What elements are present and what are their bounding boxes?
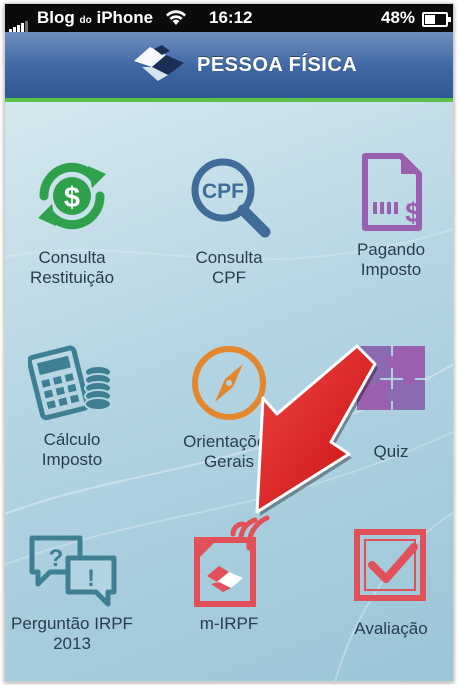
- question-exclamation-bubbles-icon: ? !: [29, 535, 117, 607]
- tile-label: CPF: [212, 268, 246, 287]
- battery-percent: 48%: [381, 8, 416, 27]
- status-time: 16:12: [209, 8, 253, 27]
- cpf-magnifier-icon: CPF: [191, 158, 271, 238]
- tile-avaliacao[interactable]: Avaliação: [316, 527, 453, 639]
- tile-m-irpf[interactable]: m-IRPF: [154, 512, 304, 634]
- battery-icon: [422, 12, 451, 27]
- svg-text:$: $: [405, 197, 421, 228]
- signal-icon: [9, 13, 29, 33]
- status-bar: Blog do iPhone 16:12 48%: [5, 4, 453, 33]
- mobile-irpf-icon: [194, 515, 270, 607]
- svg-text:CPF: CPF: [202, 180, 244, 203]
- tile-label: Consulta: [38, 248, 106, 267]
- svg-text:!: !: [87, 565, 95, 592]
- wifi-icon: [166, 10, 186, 25]
- tile-label: Perguntão IRPF: [11, 614, 133, 633]
- carrier-name: Blog do iPhone: [37, 8, 154, 27]
- svg-text:$: $: [64, 182, 80, 214]
- tile-label: Quiz: [373, 442, 409, 461]
- tile-label: m-IRPF: [199, 614, 259, 633]
- checkbox-check-icon: [354, 529, 426, 601]
- tile-label: Consulta: [195, 248, 263, 267]
- phone-screen: Blog do iPhone 16:12 48% PESSOA FÍSICA $…: [4, 3, 454, 682]
- menu-grid: $ Consulta Restituição CPF Consulta CPF $: [5, 102, 453, 681]
- tile-label: Avaliação: [354, 619, 428, 638]
- tile-label: Pagando: [356, 240, 426, 259]
- tile-label: Restituição: [29, 268, 115, 287]
- payment-document-icon: $: [362, 153, 422, 231]
- calculator-coins-icon: [28, 345, 112, 421]
- tile-label: 2013: [53, 634, 91, 653]
- refund-dollar-icon: $: [38, 162, 106, 230]
- tile-consulta-restituicao[interactable]: $ Consulta Restituição: [5, 152, 147, 288]
- compass-icon: [192, 346, 266, 420]
- receita-federal-logo: [134, 45, 184, 81]
- tile-pagando-imposto[interactable]: $ Pagando Imposto: [316, 152, 453, 280]
- tile-quiz[interactable]: Quiz: [316, 342, 453, 462]
- header-bar: PESSOA FÍSICA: [5, 32, 453, 102]
- svg-text:?: ?: [49, 545, 64, 572]
- tile-orientacoes-gerais[interactable]: Orientações Gerais: [154, 342, 304, 472]
- page-title: PESSOA FÍSICA: [197, 54, 358, 76]
- puzzle-icon: [357, 346, 425, 410]
- tile-label: Cálculo: [43, 430, 101, 449]
- tile-label: Imposto: [41, 450, 103, 469]
- tile-perguntao-irpf[interactable]: ? ! Perguntão IRPF 2013: [5, 532, 147, 654]
- tile-label: Gerais: [203, 452, 255, 471]
- tile-label: Imposto: [360, 260, 422, 279]
- tile-consulta-cpf[interactable]: CPF Consulta CPF: [154, 152, 304, 288]
- tile-label: Orientações: [183, 432, 275, 451]
- tile-calculo-imposto[interactable]: Cálculo Imposto: [5, 342, 147, 470]
